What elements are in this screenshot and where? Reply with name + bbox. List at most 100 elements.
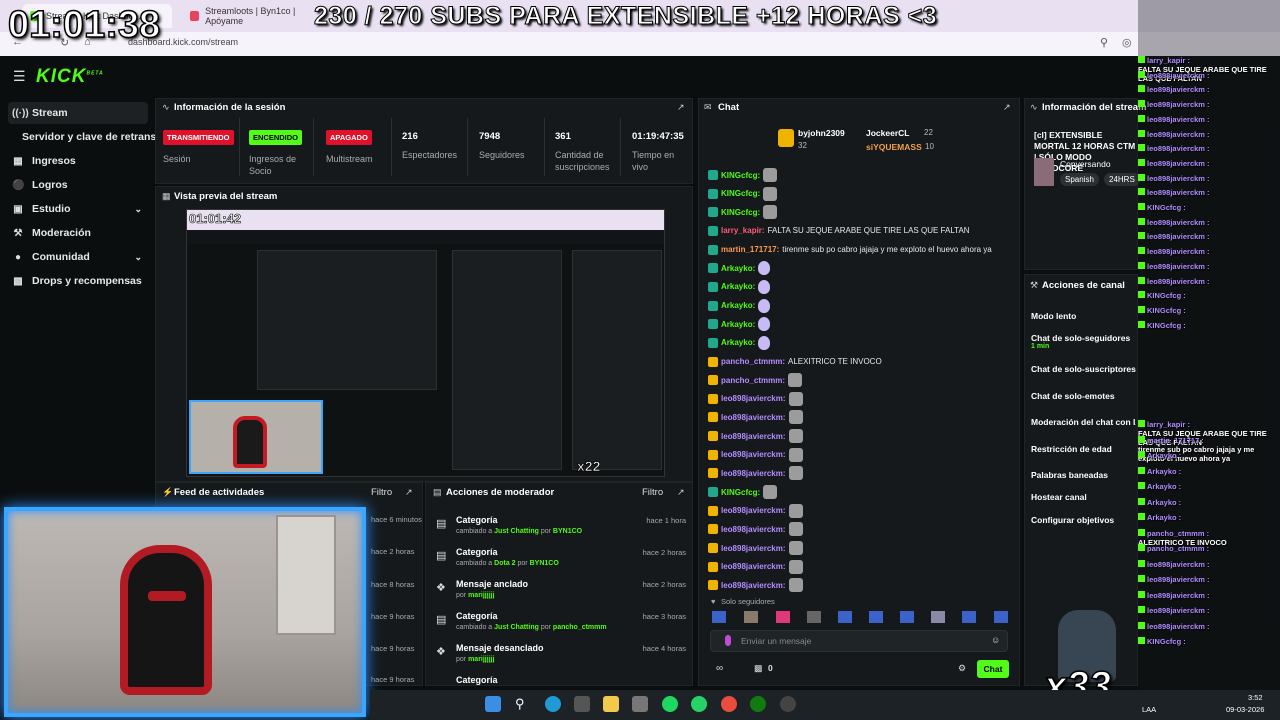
- emote-icon[interactable]: [994, 611, 1008, 623]
- age-restriction-toggle[interactable]: Restricción de edad: [1031, 444, 1112, 454]
- emote-icon[interactable]: [744, 611, 758, 623]
- menu-icon[interactable]: ☰: [13, 68, 26, 85]
- mic-icon[interactable]: [725, 635, 731, 646]
- chat-username[interactable]: leo898javierckm:: [721, 413, 786, 422]
- chat-username[interactable]: leo898javierckm:: [721, 450, 786, 459]
- chrome-icon[interactable]: [721, 696, 737, 712]
- store-icon[interactable]: [574, 696, 590, 712]
- expand-icon[interactable]: ↗: [405, 487, 413, 498]
- sidebar-item-estudio[interactable]: ▣ Estudio ⌄: [8, 198, 148, 220]
- expand-icon[interactable]: ↗: [1003, 102, 1011, 113]
- badge-icon: [708, 393, 718, 404]
- emote-icon[interactable]: [807, 611, 821, 623]
- tray-time[interactable]: 3:52: [1248, 693, 1263, 702]
- folder-icon[interactable]: [603, 696, 619, 712]
- overlay-chat-message: Arkayko :: [1138, 466, 1182, 476]
- sidebar-item-drops[interactable]: ▩ Drops y recompensas: [8, 270, 158, 292]
- expand-icon[interactable]: ↗: [677, 102, 685, 113]
- emote-icon[interactable]: [900, 611, 914, 623]
- chat-username[interactable]: KINGcfcg:: [721, 488, 760, 497]
- chat-username[interactable]: pancho_ctmmm:: [721, 376, 785, 385]
- chat-username[interactable]: pancho_ctmmm:: [721, 357, 785, 366]
- chat-username[interactable]: leo898javierckm:: [721, 544, 786, 553]
- emote-icon[interactable]: [931, 611, 945, 623]
- preview-right-panel: [572, 250, 662, 470]
- mod-filter-button[interactable]: Filtro: [642, 487, 663, 498]
- edge-icon[interactable]: [545, 696, 561, 712]
- chat-username[interactable]: Arkayko:: [721, 301, 755, 310]
- emote-only-toggle[interactable]: Chat de solo-emotes: [1031, 391, 1115, 401]
- chat-username[interactable]: leo898javierckm:: [721, 432, 786, 441]
- wrench-icon: ⚒: [1030, 280, 1039, 290]
- feed-filter-button[interactable]: Filtro: [371, 487, 392, 498]
- chat-username[interactable]: Arkayko:: [721, 264, 755, 273]
- browser-tab-streamloots[interactable]: Streamloots | Byn1co | Apóyame: [182, 4, 332, 28]
- top-gifter-name[interactable]: byjohn2309: [798, 128, 845, 138]
- set-goals-link[interactable]: Configurar objetivos: [1031, 515, 1114, 525]
- chat-username[interactable]: Arkayko:: [721, 282, 755, 291]
- emote-icon[interactable]: [712, 611, 726, 623]
- sidebar-item-stream[interactable]: ((·)) Stream: [8, 102, 148, 124]
- chat-username[interactable]: KINGcfcg:: [721, 171, 760, 180]
- stream-preview-video[interactable]: 01:01:42 x22: [186, 209, 665, 477]
- sidebar-item-moderacion[interactable]: ⚒ Moderación: [8, 222, 148, 244]
- top-gifter-name[interactable]: siYQUEMASS: [866, 142, 922, 152]
- settings-infinity-icon[interactable]: ∞: [716, 663, 723, 674]
- followers-only-toggle[interactable]: Chat de solo-seguidores: [1031, 333, 1130, 343]
- sidebar-item-ingresos[interactable]: ▦ Ingresos: [8, 150, 148, 172]
- subscribers-only-toggle[interactable]: Chat de solo-suscriptores: [1031, 364, 1136, 374]
- obs-icon[interactable]: [780, 696, 796, 712]
- tag-chip[interactable]: Spanish: [1060, 173, 1099, 186]
- tag-chip[interactable]: 24HRS: [1104, 173, 1140, 186]
- webcam-chair-stripe: [148, 591, 186, 601]
- chat-username[interactable]: larry_kapir:: [721, 226, 765, 235]
- expand-icon[interactable]: ↗: [677, 487, 685, 498]
- emote-icon[interactable]: [776, 611, 790, 623]
- overlay-username: Arkayko :: [1147, 466, 1182, 476]
- emote-icon[interactable]: [962, 611, 976, 623]
- whatsapp-icon[interactable]: [691, 696, 707, 712]
- spotify-icon[interactable]: [662, 696, 678, 712]
- ai-moderation-toggle[interactable]: Moderación del chat con IA: [1031, 417, 1136, 427]
- gear-icon[interactable]: ⚙: [958, 663, 966, 674]
- sidebar-item-server-key[interactable]: Servidor y clave de retransmisión: [8, 126, 156, 148]
- chat-message: Arkayko:: [708, 297, 771, 315]
- host-channel-link[interactable]: Hostear canal: [1031, 492, 1087, 502]
- chat-username[interactable]: leo898javierckm:: [721, 506, 786, 515]
- kick-logo[interactable]: KICKBETA: [36, 66, 104, 88]
- slow-mode-toggle[interactable]: Modo lento: [1031, 311, 1076, 321]
- xbox-icon[interactable]: [750, 696, 766, 712]
- top-gifter-name[interactable]: JockeerCL: [866, 128, 909, 138]
- followers-count: 7948: [479, 131, 501, 142]
- chat-username[interactable]: leo898javierckm:: [721, 525, 786, 534]
- chat-username[interactable]: KINGcfcg:: [721, 189, 760, 198]
- zoom-icon[interactable]: ⚲: [1100, 36, 1108, 49]
- chat-username[interactable]: leo898javierckm:: [721, 581, 786, 590]
- emote-icon[interactable]: [838, 611, 852, 623]
- chat-username[interactable]: martin_171717:: [721, 245, 779, 254]
- chat-username[interactable]: Arkayko:: [721, 338, 755, 347]
- tray-date[interactable]: 09-03-2026: [1226, 705, 1264, 714]
- chat-username[interactable]: Arkayko:: [721, 320, 755, 329]
- tray-language[interactable]: LAA: [1142, 705, 1156, 714]
- banned-words-link[interactable]: Palabras baneadas: [1031, 470, 1108, 480]
- chat-username[interactable]: leo898javierckm:: [721, 394, 786, 403]
- eye-off-icon[interactable]: ◎: [1122, 36, 1132, 49]
- detail-by: por: [540, 528, 551, 535]
- sidebar-item-comunidad[interactable]: ● Comunidad ⌄: [8, 246, 148, 268]
- stream-info-title: Información del stream: [1042, 102, 1147, 113]
- chat-input[interactable]: Enviar un mensaje ☺: [710, 630, 1008, 652]
- app-icon[interactable]: [632, 696, 648, 712]
- start-icon[interactable]: [485, 696, 501, 712]
- search-icon[interactable]: ⚲: [515, 696, 531, 712]
- sidebar-item-logros[interactable]: ⚫ Logros: [8, 174, 148, 196]
- emote-icon[interactable]: [869, 611, 883, 623]
- chat-username[interactable]: leo898javierckm:: [721, 562, 786, 571]
- badge-icon: [708, 281, 718, 292]
- chat-username[interactable]: leo898javierckm:: [721, 469, 786, 478]
- chat-username[interactable]: KINGcfcg:: [721, 208, 760, 217]
- chat-send-button[interactable]: Chat: [977, 660, 1009, 678]
- video-icon: ▦: [162, 191, 171, 201]
- gift-icon[interactable]: ▩: [754, 663, 763, 674]
- emoji-icon[interactable]: ☺: [991, 635, 1000, 645]
